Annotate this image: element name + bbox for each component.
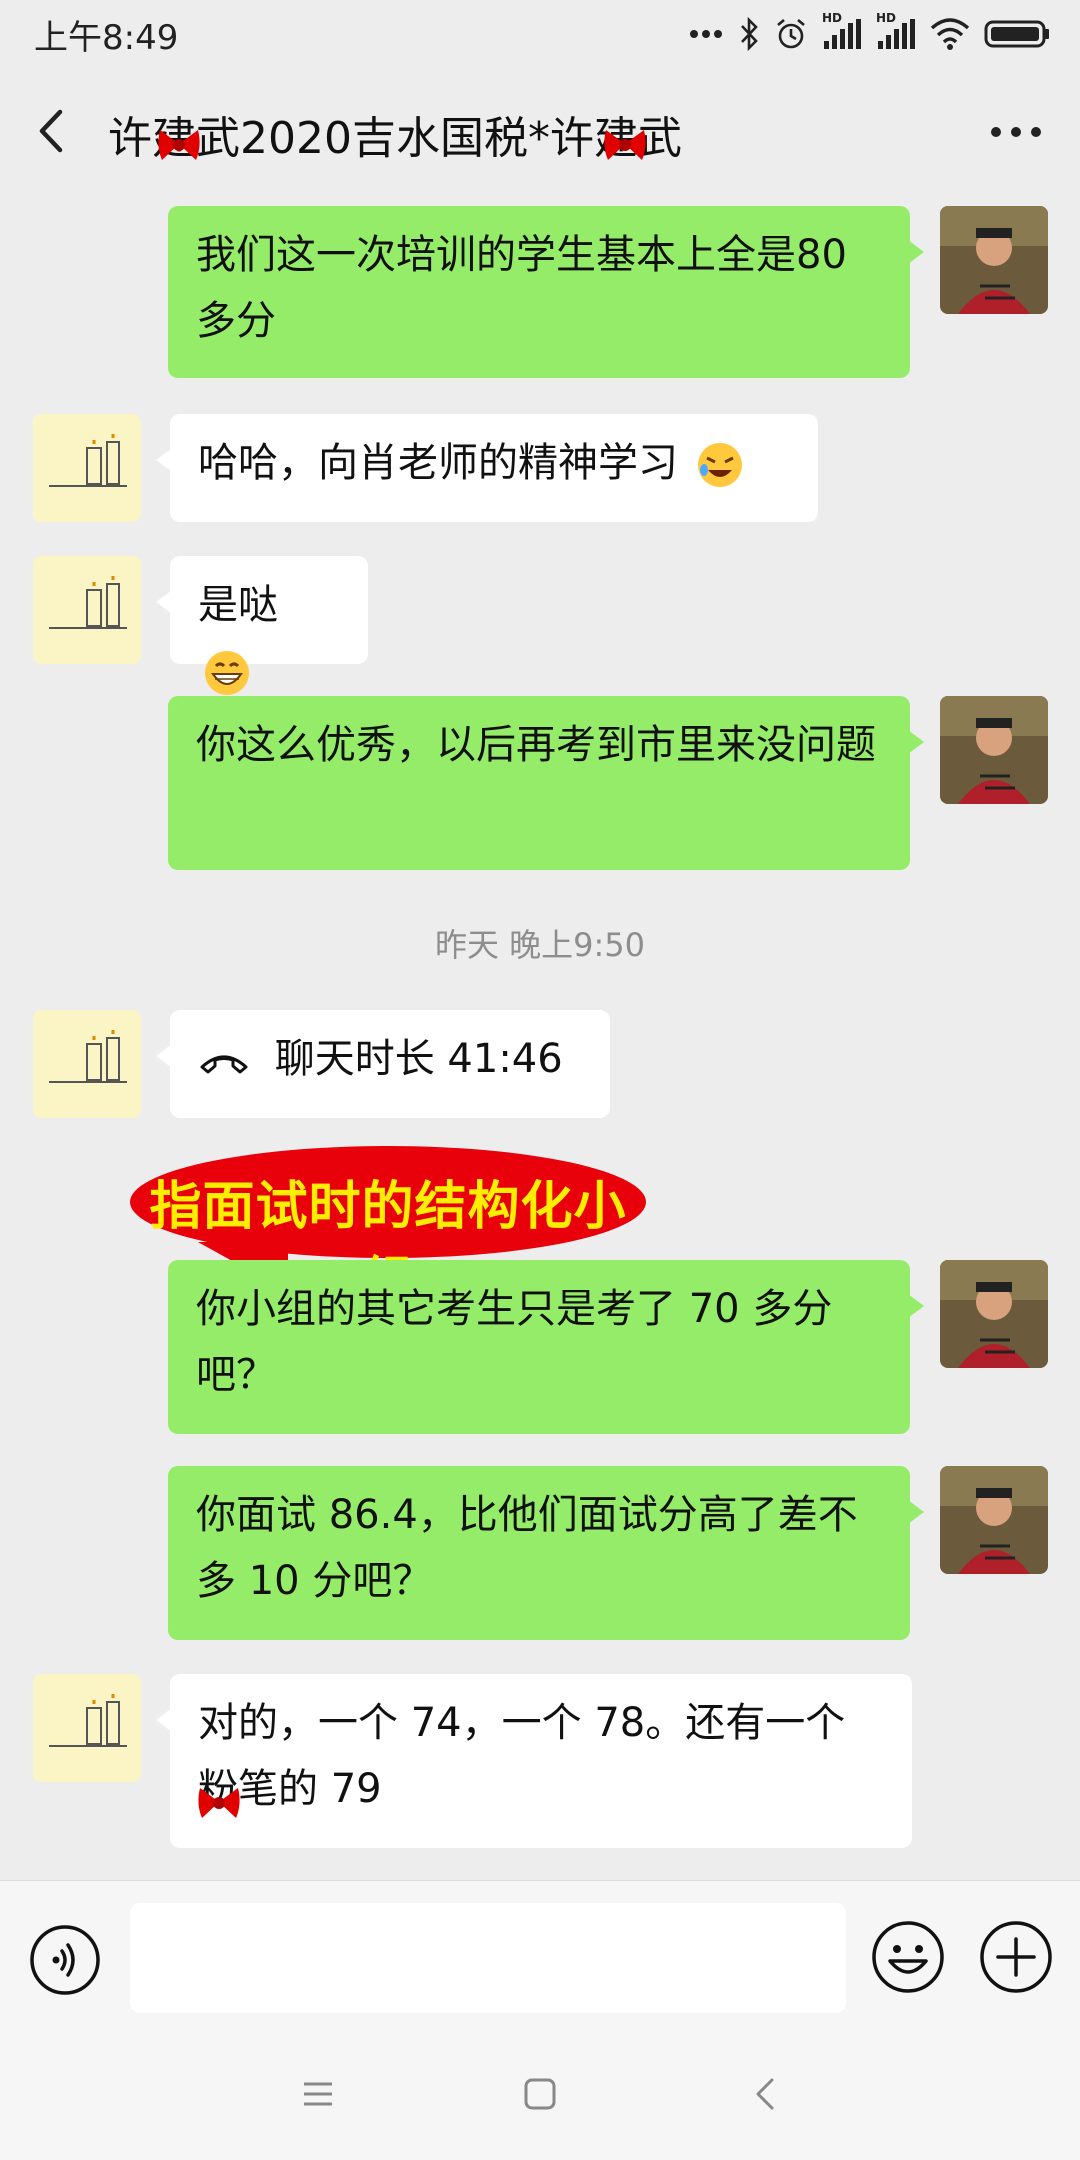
message-text: 我们这一次培训的学生基本上全是80 多分 bbox=[196, 232, 847, 344]
grinning-emoji bbox=[205, 651, 249, 695]
chat-header: 许建武2020吉水国税*许建武 bbox=[0, 66, 1080, 198]
candle-avatar-icon bbox=[33, 1674, 141, 1782]
avatar[interactable] bbox=[33, 1010, 141, 1118]
profile-photo bbox=[940, 206, 1048, 314]
avatar[interactable] bbox=[33, 556, 141, 664]
message-text: 你面试 86.4，比他们面试分高了差不多 10 分吧？ bbox=[196, 1492, 858, 1604]
message-bubble[interactable]: 哈哈，向肖老师的精神学习 bbox=[156, 414, 818, 522]
message-bubble[interactable]: 对的，一个 74，一个 78。还有一个粉笔的 79 bbox=[156, 1674, 912, 1848]
message-bubble[interactable]: 是哒 bbox=[156, 556, 368, 695]
input-bar bbox=[0, 1880, 1080, 2031]
status-time: 上午8:49 bbox=[34, 18, 179, 58]
profile-photo bbox=[940, 696, 1048, 804]
redaction-ribbon-icon bbox=[158, 130, 200, 160]
avatar[interactable] bbox=[940, 1260, 1048, 1368]
message-text: 你小组的其它考生只是考了 70 多分吧？ bbox=[196, 1286, 833, 1398]
candle-avatar-icon bbox=[33, 414, 141, 522]
phone-hangup-icon bbox=[200, 1055, 248, 1074]
status-bar: 上午8:49 HD HD bbox=[0, 0, 1080, 66]
avatar[interactable] bbox=[940, 206, 1048, 314]
more-options-icon[interactable] bbox=[986, 114, 1046, 150]
battery-icon bbox=[984, 20, 1049, 48]
timestamp: 昨天 晚上9:50 bbox=[434, 926, 646, 964]
message-text: 聊天时长 41:46 bbox=[274, 1036, 563, 1082]
message-text: 你这么优秀，以后再考到市里来没问题 bbox=[196, 722, 876, 768]
message-bubble[interactable]: 你小组的其它考生只是考了 70 多分吧？ bbox=[168, 1260, 924, 1434]
back-arrow-icon[interactable] bbox=[28, 106, 78, 156]
candle-avatar-icon bbox=[33, 1010, 141, 1118]
call-record-bubble[interactable]: 聊天时长 41:46 bbox=[156, 1010, 610, 1118]
message-text: 对的，一个 74，一个 78。还有一个粉笔的 79 bbox=[198, 1700, 846, 1812]
voice-input-button[interactable] bbox=[28, 1923, 102, 1997]
signal-hd-1: HD bbox=[822, 11, 862, 51]
avatar[interactable] bbox=[33, 414, 141, 522]
status-icons: HD HD bbox=[688, 11, 1050, 56]
alarm-icon bbox=[777, 19, 805, 49]
annotation-callout: 指面试时的结构化小组 bbox=[128, 1146, 648, 1312]
avatar[interactable] bbox=[33, 1674, 141, 1782]
message-bubble[interactable]: 我们这一次培训的学生基本上全是80 多分 bbox=[168, 206, 924, 378]
home-icon[interactable] bbox=[522, 2076, 558, 2112]
wifi-icon bbox=[930, 18, 970, 50]
signal-hd-2: HD bbox=[876, 11, 916, 51]
message-bubble[interactable]: 你这么优秀，以后再考到市里来没问题 bbox=[168, 696, 924, 870]
menu-icon[interactable] bbox=[300, 2076, 336, 2112]
back-icon[interactable] bbox=[748, 2076, 784, 2112]
more-dots-icon bbox=[690, 30, 722, 38]
message-bubble[interactable]: 你面试 86.4，比他们面试分高了差不多 10 分吧？ bbox=[168, 1466, 924, 1640]
avatar[interactable] bbox=[940, 696, 1048, 804]
bluetooth-icon bbox=[741, 17, 758, 51]
avatar[interactable] bbox=[940, 1466, 1048, 1574]
emoji-picker-button[interactable] bbox=[870, 1919, 946, 1995]
message-text: 哈哈，向肖老师的精神学习 bbox=[198, 440, 678, 486]
message-text: 是哒 bbox=[198, 582, 278, 628]
profile-photo bbox=[940, 1466, 1048, 1574]
message-input[interactable] bbox=[130, 1903, 846, 2013]
system-nav-bar bbox=[0, 2030, 1080, 2160]
profile-photo bbox=[940, 1260, 1048, 1368]
weary-laughing-emoji bbox=[697, 443, 742, 487]
redaction-ribbon-icon bbox=[604, 130, 646, 160]
candle-avatar-icon bbox=[33, 556, 141, 664]
redaction-ribbon-icon bbox=[198, 1788, 240, 1818]
more-functions-button[interactable] bbox=[978, 1919, 1054, 1995]
